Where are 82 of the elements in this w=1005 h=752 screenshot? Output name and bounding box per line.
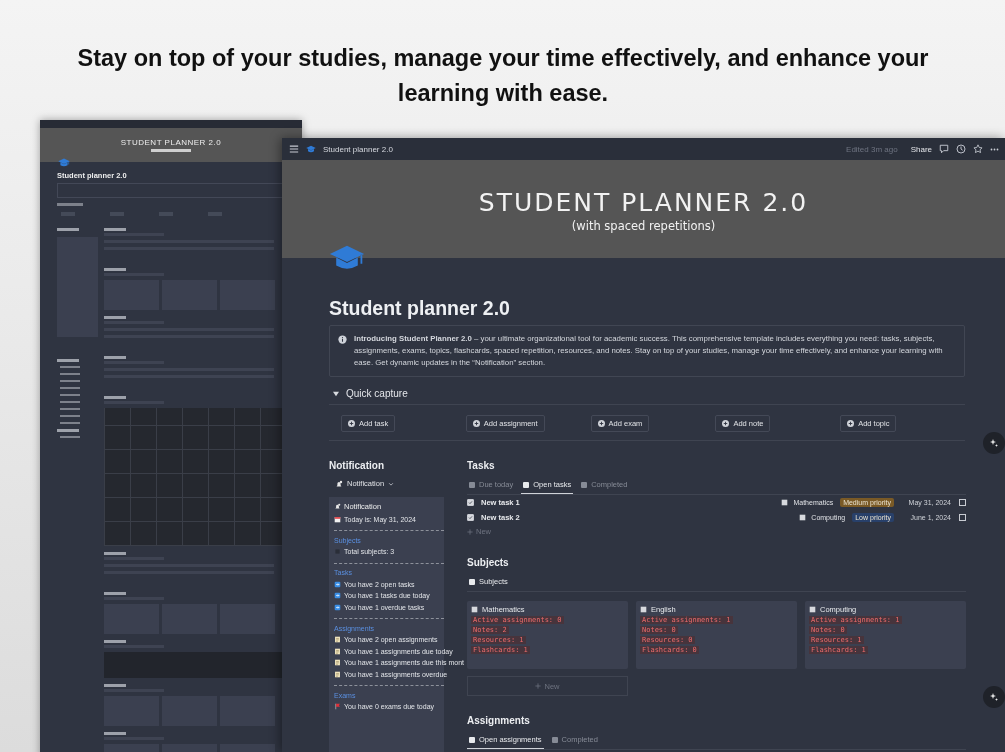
- arrow-box-icon: [334, 603, 341, 611]
- calendar-icon: [334, 515, 341, 523]
- share-button[interactable]: Share: [910, 144, 932, 154]
- headline: Stay on top of your studies, manage your time effectively, and enhance your learning with ease.: [76, 44, 930, 108]
- checkbox[interactable]: [467, 514, 474, 521]
- breadcrumb[interactable]: Student planner 2.0: [323, 144, 393, 154]
- star-icon[interactable]: [973, 144, 983, 154]
- sparkle-button[interactable]: [983, 432, 1005, 454]
- preview-text-line: [57, 203, 83, 206]
- section-heading: Assignments: [467, 715, 531, 726]
- memo-icon: [334, 670, 341, 678]
- preview-text-line: [60, 379, 80, 382]
- preview-text-line: [60, 393, 80, 396]
- arrow-box-icon: [334, 592, 341, 599]
- preview-card: [220, 604, 276, 634]
- plus-circle-icon: [348, 420, 355, 427]
- toggle-triangle-icon[interactable]: [333, 390, 339, 397]
- preview-text-line: [57, 359, 79, 362]
- page-icon: [809, 606, 816, 613]
- preview-text-line: [104, 268, 127, 271]
- preview-text-line: [104, 552, 127, 555]
- preview-text-line: [104, 228, 127, 231]
- memo-icon: [334, 647, 341, 655]
- preview-cover-title: STUDENT PLANNER 2.0: [120, 138, 222, 147]
- preview-text-line: [104, 316, 127, 319]
- info-icon: [338, 335, 347, 344]
- more-icon[interactable]: [990, 147, 999, 151]
- plus-icon: [467, 528, 473, 535]
- page-title: Student planner 2.0: [329, 297, 511, 320]
- graduation-cap-icon: [329, 244, 365, 271]
- cover-title: STUDENT PLANNER 2.0: [478, 187, 809, 217]
- plus-icon: [535, 683, 542, 689]
- preview-text-line: [60, 372, 80, 375]
- memo-icon: [334, 636, 341, 643]
- comment-icon[interactable]: [939, 144, 949, 154]
- memo-icon: [334, 659, 341, 666]
- graduation-cap-icon: [306, 144, 316, 154]
- checkbox[interactable]: [467, 499, 474, 506]
- preview-text-line: [104, 356, 127, 359]
- clock-icon[interactable]: [956, 144, 966, 154]
- page-icon: [781, 499, 789, 506]
- menu-icon[interactable]: [289, 144, 299, 154]
- preview-text-line: [104, 684, 127, 687]
- section-heading: Tasks: [467, 460, 496, 471]
- sparkle-icon: [989, 692, 999, 702]
- plus-circle-icon: [722, 420, 730, 427]
- preview-text-line: [104, 640, 127, 643]
- preview-card: [220, 280, 276, 310]
- preview-text-line: [60, 407, 80, 410]
- preview-text-line: [104, 592, 127, 595]
- page-icon: [471, 606, 478, 613]
- arrow-box-icon: [334, 580, 341, 588]
- toggle-heading[interactable]: Quick capture: [346, 388, 408, 399]
- plus-circle-icon: [472, 420, 480, 427]
- flag-icon: [334, 703, 341, 710]
- preview-card: [220, 696, 276, 726]
- page-icon: [640, 606, 647, 613]
- preview-text-line: [60, 414, 80, 417]
- preview-text-line: [104, 732, 127, 735]
- preview-text-line: [60, 435, 80, 438]
- plus-circle-icon: [847, 420, 855, 427]
- sparkle-icon: [989, 438, 999, 448]
- preview-text-line: [60, 365, 80, 368]
- checkbox[interactable]: [959, 499, 966, 506]
- cover-subtitle: (with spaced repetitions): [571, 218, 716, 233]
- preview-text-line: [104, 396, 127, 399]
- preview-text-line: [60, 400, 80, 403]
- page-icon: [799, 514, 807, 521]
- sparkle-button[interactable]: [983, 686, 1005, 708]
- preview-text-line: [151, 149, 191, 152]
- section-heading: Subjects: [467, 557, 510, 568]
- chevron-down-icon: [388, 480, 395, 487]
- bell-icon: [334, 503, 341, 510]
- preview-text-line: [57, 429, 79, 432]
- preview-text-line: [60, 421, 80, 424]
- bell-icon: [335, 479, 343, 488]
- preview-text-line: [57, 228, 79, 231]
- preview-text-line: [60, 386, 80, 389]
- plus-circle-icon: [597, 420, 605, 427]
- section-heading: Notification: [329, 460, 385, 471]
- graduation-cap-icon: [58, 158, 70, 167]
- checkbox[interactable]: [959, 514, 966, 521]
